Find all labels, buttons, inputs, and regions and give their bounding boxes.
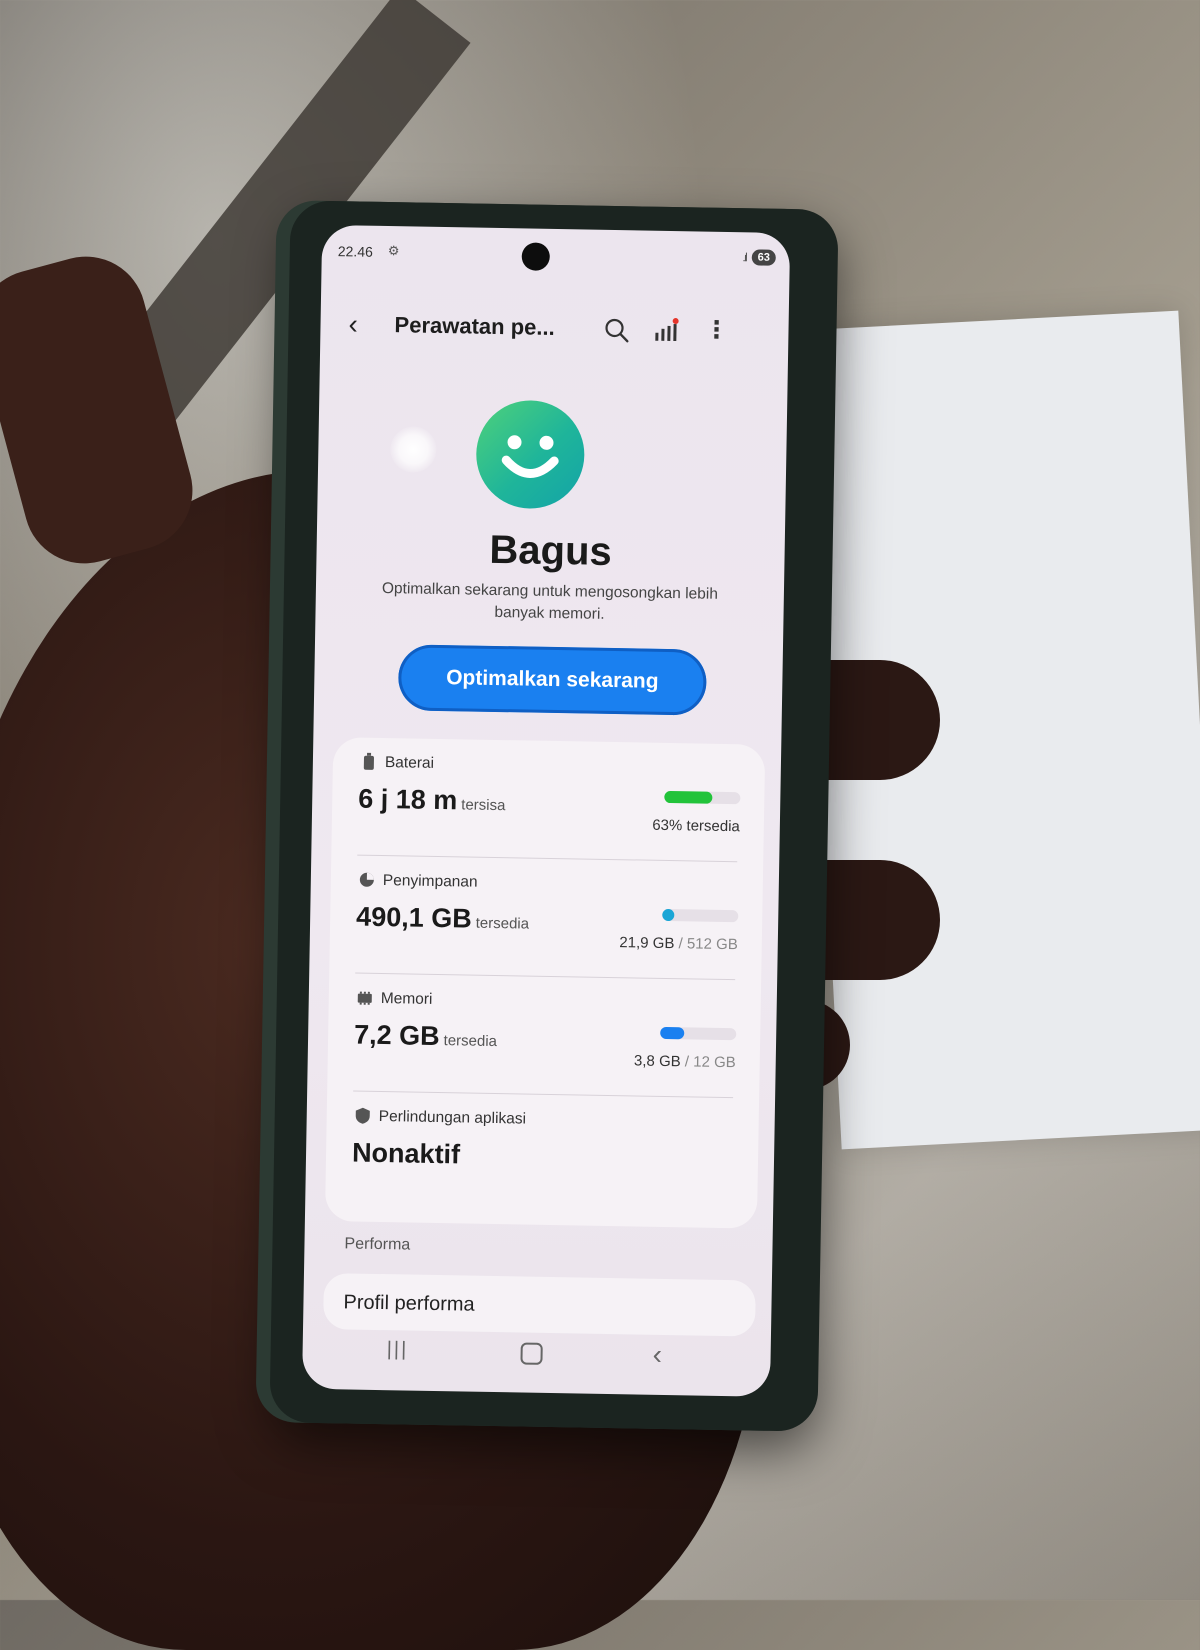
- device-status-title: Bagus: [489, 527, 613, 574]
- screen: 22.46 ⚙ .ıl 63 ‹ Perawatan pe... ⋮ Bagus…: [301, 224, 791, 1397]
- storage-pie-icon: [359, 872, 374, 887]
- optimize-now-button[interactable]: Optimalkan sekarang: [397, 644, 707, 716]
- performance-profile-label: Profil performa: [343, 1291, 475, 1316]
- storage-bar: [662, 908, 739, 923]
- storage-label: Penyimpanan: [382, 872, 478, 891]
- nav-back-icon[interactable]: ‹: [652, 1339, 662, 1371]
- memory-value: 7,2 GB tersedia: [353, 1019, 498, 1052]
- settings-icon: ⚙: [387, 243, 400, 259]
- battery-icon: [363, 752, 374, 770]
- memory-unit: tersedia: [443, 1032, 498, 1051]
- battery-label: Baterai: [384, 754, 435, 772]
- memory-chip-icon: [357, 991, 372, 1005]
- battery-level-badge: 63: [751, 249, 776, 266]
- search-icon[interactable]: [602, 316, 630, 344]
- memory-label: Memori: [380, 990, 433, 1008]
- status-bar: 22.46 ⚙ .ıl 63: [322, 239, 790, 273]
- performance-profile-item[interactable]: Profil performa: [323, 1273, 756, 1337]
- more-options-icon[interactable]: ⋮: [704, 316, 728, 348]
- battery-bar: [664, 790, 741, 805]
- storage-value: 490,1 GB tersedia: [355, 901, 530, 934]
- battery-value: 6 j 18 m tersisa: [358, 783, 506, 816]
- memory-row[interactable]: Memori 7,2 GB tersedia 3,8 GB / 12 GB: [327, 973, 761, 1099]
- navigation-bar: ||| ‹: [302, 1331, 771, 1379]
- storage-unit: tersedia: [475, 914, 530, 933]
- battery-available: 63% tersedia: [652, 816, 740, 836]
- storage-row[interactable]: Penyimpanan 490,1 GB tersedia 21,9 GB / 5…: [329, 855, 763, 981]
- app-bar: ‹ Perawatan pe... ⋮: [320, 303, 789, 355]
- report-icon[interactable]: [652, 317, 680, 345]
- storage-bar-fill: [662, 908, 675, 922]
- battery-bar-fill: [664, 790, 713, 804]
- front-camera: [521, 242, 551, 271]
- memory-usage: 3,8 GB / 12 GB: [633, 1052, 736, 1072]
- status-description: Optimalkan sekarang untuk mengosongkan l…: [381, 579, 719, 623]
- light-reflection: [389, 426, 437, 473]
- back-button[interactable]: ‹: [348, 307, 379, 342]
- app-protection-label: Perlindungan aplikasi: [378, 1107, 527, 1128]
- storage-usage: 21,9 GB / 512 GB: [619, 934, 738, 954]
- battery-row[interactable]: Baterai 6 j 18 m tersisa 63% tersedia: [331, 737, 765, 863]
- memory-bar: [660, 1026, 737, 1041]
- battery-unit: tersisa: [461, 796, 506, 815]
- device-care-card: Baterai 6 j 18 m tersisa 63% tersedia Pen…: [324, 737, 766, 1229]
- phone: 22.46 ⚙ .ıl 63 ‹ Perawatan pe... ⋮ Bagus…: [269, 200, 839, 1432]
- home-icon[interactable]: [520, 1342, 543, 1365]
- memory-bar-fill: [660, 1026, 685, 1040]
- signal-icon: .ıl: [742, 250, 746, 265]
- recent-apps-icon[interactable]: |||: [386, 1338, 408, 1361]
- app-protection-row[interactable]: Perlindungan aplikasi Nonaktif: [325, 1091, 759, 1217]
- status-time: 22.46: [337, 243, 374, 260]
- performance-section-label: Performa: [344, 1235, 411, 1254]
- status-face-icon: [475, 399, 586, 510]
- page-title: Perawatan pe...: [394, 312, 555, 340]
- app-protection-value: Nonaktif: [351, 1137, 461, 1170]
- shield-icon: [355, 1107, 370, 1124]
